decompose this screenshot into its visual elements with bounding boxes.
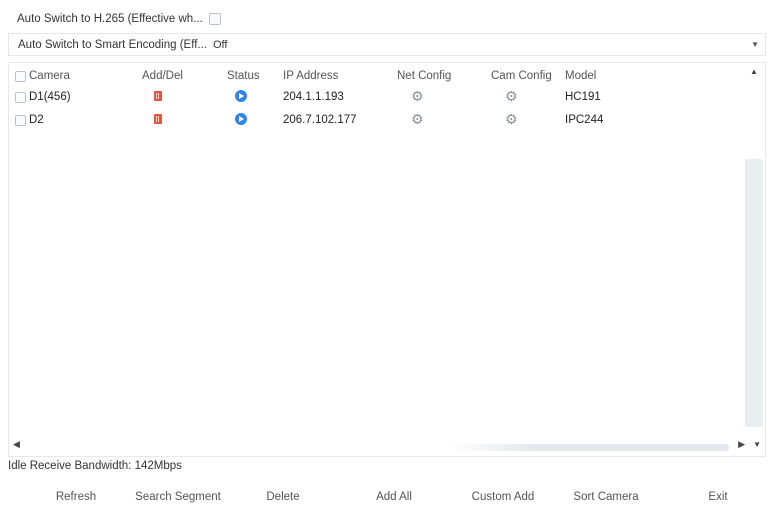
- chevron-down-icon[interactable]: ▼: [751, 40, 759, 49]
- table-row[interactable]: D1(456) 204.1.1.193 ⚙ ⚙ HC191: [9, 87, 744, 107]
- smart-encoding-value: Off: [213, 38, 228, 51]
- gear-icon[interactable]: ⚙: [411, 89, 424, 103]
- net-config-cell: ⚙: [397, 89, 424, 104]
- row-camera: D1(456): [15, 91, 71, 103]
- row-ip-address: 204.1.1.193: [283, 91, 344, 103]
- header-add-del: Add/Del: [142, 70, 183, 82]
- h265-checkbox[interactable]: [208, 13, 221, 25]
- row-ip-address: 206.7.102.177: [283, 114, 357, 126]
- delete-icon[interactable]: [154, 113, 162, 124]
- horizontal-scrollbar[interactable]: ◀ ▶ ▼: [9, 436, 765, 456]
- row-camera-name: D2: [29, 114, 44, 126]
- smart-encoding-select[interactable]: Auto Switch to Smart Encoding (Eff... Of…: [8, 33, 766, 56]
- header-net-config: Net Config: [397, 70, 452, 82]
- status-cell: [227, 112, 247, 128]
- delete-button[interactable]: Delete: [258, 486, 308, 508]
- search-segment-button[interactable]: Search Segment: [128, 486, 228, 508]
- row-checkbox[interactable]: [15, 91, 26, 103]
- scroll-right-icon[interactable]: ▶: [738, 439, 745, 450]
- select-all-checkbox[interactable]: [15, 70, 26, 82]
- status-cell: [227, 89, 247, 105]
- cam-config-cell: ⚙: [491, 112, 518, 127]
- refresh-button[interactable]: Refresh: [46, 486, 106, 508]
- header-camera-label: Camera: [29, 70, 70, 82]
- custom-add-button[interactable]: Custom Add: [463, 486, 543, 508]
- sort-camera-button[interactable]: Sort Camera: [566, 486, 646, 508]
- h265-option: Auto Switch to H.265 (Effective wh...: [17, 10, 221, 28]
- scroll-left-icon[interactable]: ◀: [13, 439, 20, 450]
- vertical-scroll-thumb[interactable]: [745, 159, 763, 427]
- header-ip-address: IP Address: [283, 70, 339, 82]
- row-camera-name: D1(456): [29, 91, 71, 103]
- cam-config-cell: ⚙: [491, 89, 518, 104]
- play-status-icon[interactable]: [235, 112, 247, 125]
- horizontal-scroll-thumb[interactable]: [449, 444, 729, 451]
- row-camera: D2: [15, 114, 44, 126]
- gear-icon[interactable]: ⚙: [505, 112, 518, 126]
- row-model: IPC244: [565, 114, 604, 126]
- gear-icon[interactable]: ⚙: [505, 89, 518, 103]
- table-row[interactable]: D2 206.7.102.177 ⚙ ⚙ IPC244: [9, 110, 744, 130]
- row-model: HC191: [565, 91, 601, 103]
- add-del-cell: [142, 90, 162, 104]
- camera-table: Camera Add/Del Status IP Address Net Con…: [8, 62, 766, 457]
- scroll-up-icon[interactable]: ▲: [750, 67, 758, 76]
- bandwidth-status: Idle Receive Bandwidth: 142Mbps: [8, 460, 182, 472]
- header-status: Status: [227, 70, 260, 82]
- header-camera: Camera: [15, 70, 70, 82]
- exit-button[interactable]: Exit: [698, 486, 738, 508]
- smart-encoding-label: Auto Switch to Smart Encoding (Eff...: [18, 38, 207, 51]
- net-config-cell: ⚙: [397, 112, 424, 127]
- h265-option-label: Auto Switch to H.265 (Effective wh...: [17, 13, 203, 25]
- vertical-scrollbar[interactable]: ▲: [743, 63, 765, 435]
- play-status-icon[interactable]: [235, 89, 247, 102]
- row-checkbox[interactable]: [15, 114, 26, 126]
- button-bar: Refresh Search Segment Delete Add All Cu…: [0, 486, 774, 508]
- header-cam-config: Cam Config: [491, 70, 552, 82]
- table-header: Camera Add/Del Status IP Address Net Con…: [9, 66, 744, 86]
- scroll-down-icon[interactable]: ▼: [753, 440, 761, 449]
- header-model: Model: [565, 70, 597, 82]
- add-all-button[interactable]: Add All: [365, 486, 423, 508]
- add-del-cell: [142, 113, 162, 127]
- delete-icon[interactable]: [154, 90, 162, 101]
- gear-icon[interactable]: ⚙: [411, 112, 424, 126]
